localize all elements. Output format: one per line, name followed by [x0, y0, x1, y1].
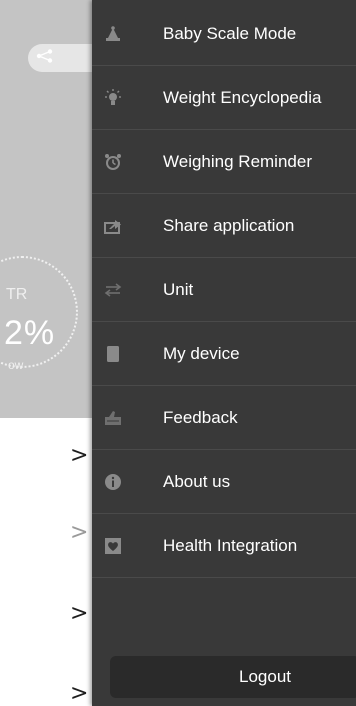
feedback-icon	[104, 409, 122, 427]
menu-item-label: Health Integration	[163, 535, 298, 555]
menu-item-label: Weight Encyclopedia	[163, 87, 322, 107]
menu-item-baby-scale-mode[interactable]: Baby Scale Mode	[92, 2, 356, 66]
menu-item-label: Feedback	[163, 407, 238, 427]
device-icon	[104, 345, 122, 363]
gauge-caption: ow	[8, 358, 24, 372]
menu-item-weighing-reminder[interactable]: Weighing Reminder	[92, 130, 356, 194]
menu-item-label: My device	[163, 343, 240, 363]
heart-icon	[104, 537, 122, 555]
menu-item-label: About us	[163, 471, 231, 491]
app-screen: TR 2% ow > > > > Baby Scale Mode Weight …	[0, 0, 356, 706]
lightbulb-icon	[104, 88, 122, 107]
menu-item-share-application[interactable]: Share application	[92, 194, 356, 258]
menu-item-health-integration[interactable]: Health Integration	[92, 514, 356, 578]
swap-arrows-icon	[104, 281, 122, 299]
menu-item-my-device[interactable]: My device	[92, 322, 356, 386]
menu-item-label: Baby Scale Mode	[163, 23, 297, 43]
menu-item-feedback[interactable]: Feedback	[92, 386, 356, 450]
chevron-right-icon[interactable]: >	[70, 683, 88, 705]
side-drawer: Baby Scale Mode Weight Encyclopedia Weig…	[92, 0, 356, 706]
info-icon	[104, 473, 122, 491]
logout-button[interactable]: Logout	[110, 656, 356, 698]
menu-item-label: Share application	[163, 215, 295, 235]
share-nodes-icon	[36, 48, 54, 68]
share-icon	[104, 217, 122, 235]
gauge-label: TR	[6, 286, 28, 303]
baby-scale-icon	[104, 25, 122, 43]
alarm-clock-icon	[104, 153, 122, 171]
menu-item-weight-encyclopedia[interactable]: Weight Encyclopedia	[92, 66, 356, 130]
menu-item-about-us[interactable]: About us	[92, 450, 356, 514]
share-button[interactable]	[28, 44, 92, 72]
menu-item-label: Unit	[163, 279, 194, 299]
chevron-right-icon[interactable]: >	[70, 522, 88, 544]
menu-item-label: Weighing Reminder	[163, 151, 312, 171]
menu-item-unit[interactable]: Unit	[92, 258, 356, 322]
chevron-right-icon[interactable]: >	[70, 603, 88, 625]
chevron-right-icon[interactable]: >	[70, 445, 88, 467]
gauge-value: 2%	[4, 314, 56, 352]
